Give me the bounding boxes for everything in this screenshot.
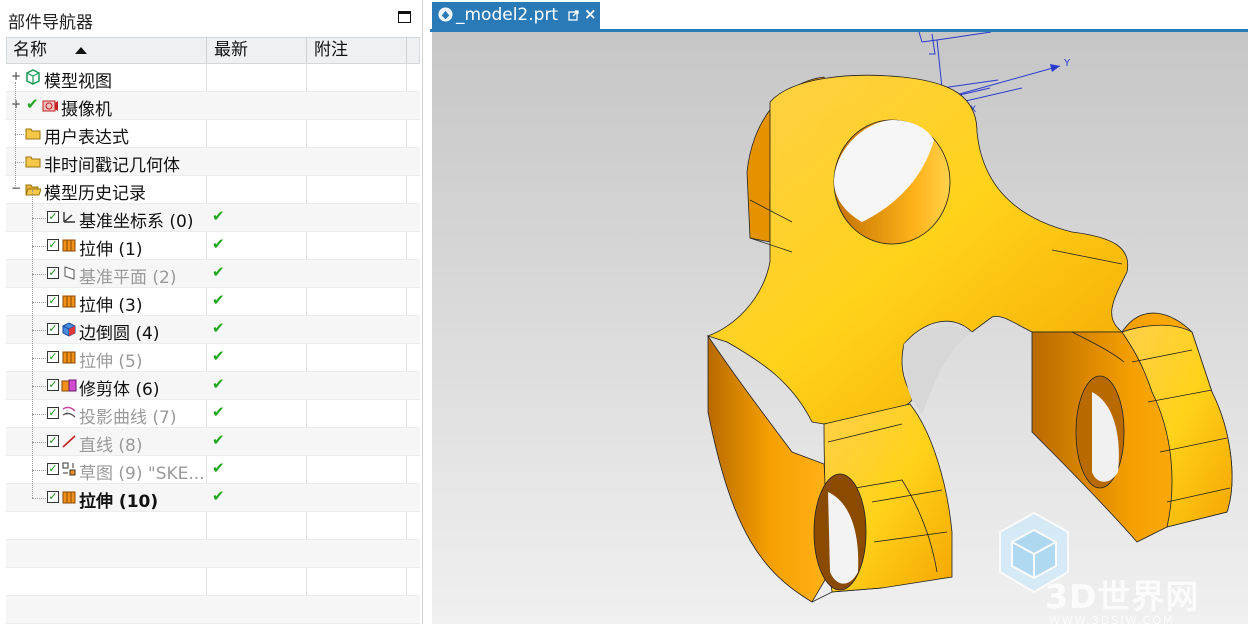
tree-row-feature[interactable]: ✓ 修剪体 (6) ✔	[6, 372, 420, 400]
latest-check-icon: ✔	[212, 487, 225, 505]
latest-check-icon: ✔	[212, 347, 225, 365]
column-note[interactable]: 附注	[314, 38, 348, 63]
axis-y-label: Y	[1063, 58, 1071, 69]
sort-ascending-icon	[75, 47, 87, 54]
tree-row-label: 摄像机	[61, 100, 112, 120]
line-icon	[62, 435, 76, 448]
column-name[interactable]: 名称	[13, 38, 47, 63]
empty-row	[6, 512, 420, 540]
visibility-checkbox[interactable]: ✓	[47, 351, 59, 363]
tree-row-model-views[interactable]: + 模型视图	[6, 64, 420, 92]
datum-plane-icon	[64, 266, 75, 280]
latest-check-icon: ✔	[212, 459, 225, 477]
checkmark-icon: ✔	[26, 95, 39, 113]
tree-row-cameras[interactable]: + ✔ 摄像机	[6, 92, 420, 120]
watermark-text: 3D世界网	[1045, 577, 1200, 616]
folder-icon	[25, 156, 41, 168]
graphics-window: _model2.prt × Y X 3D世界网 WWW.3DSJW.COM	[430, 0, 1248, 627]
column-latest[interactable]: 最新	[214, 38, 248, 63]
navigator-title-bar: 部件导航器	[0, 0, 422, 36]
tree-row-label: 草图 (9) "SKE...	[79, 464, 205, 484]
tree-row-feature[interactable]: ✓ 基准坐标系 (0) ✔	[6, 204, 420, 232]
part-navigator: 部件导航器 名称 最新 附注 + 模型视图 + ✔ 摄像机 用户表达式 非时间戳…	[0, 0, 423, 624]
tree-row-label: 模型历史记录	[44, 184, 146, 204]
tree-row-label: 拉伸 (5)	[79, 352, 143, 372]
empty-row	[6, 568, 420, 596]
open-folder-icon	[25, 184, 41, 196]
latest-check-icon: ✔	[212, 207, 225, 225]
tree-row-label: 拉伸 (10)	[79, 492, 159, 512]
empty-row	[6, 596, 420, 624]
latest-check-icon: ✔	[212, 403, 225, 421]
visibility-checkbox[interactable]: ✓	[47, 267, 59, 279]
visibility-checkbox[interactable]: ✓	[47, 379, 59, 391]
latest-check-icon: ✔	[212, 291, 225, 309]
maximize-icon[interactable]	[398, 11, 411, 23]
extrude-icon	[62, 351, 76, 364]
tree-row-feature[interactable]: ✓ 拉伸 (1) ✔	[6, 232, 420, 260]
latest-check-icon: ✔	[212, 263, 225, 281]
tree-row-feature[interactable]: ✓ 直线 (8) ✔	[6, 428, 420, 456]
column-header: 名称 最新 附注	[6, 37, 420, 64]
tree-row-label: 边倒圆 (4)	[79, 324, 160, 344]
extrude-icon	[62, 239, 76, 252]
navigator-tree: + 模型视图 + ✔ 摄像机 用户表达式 非时间戳记几何体 − 模型历史记录 ✓…	[6, 64, 420, 624]
projected-curve-icon	[62, 406, 76, 418]
folder-icon	[25, 128, 41, 140]
tree-row-label: 直线 (8)	[79, 436, 143, 456]
tree-row-feature[interactable]: ✓ 投影曲线 (7) ✔	[6, 400, 420, 428]
tree-row-label: 模型视图	[44, 72, 112, 92]
watermark-url: WWW.3DSJW.COM	[1049, 614, 1175, 627]
tree-row-feature[interactable]: ✓ 边倒圆 (4) ✔	[6, 316, 420, 344]
visibility-checkbox[interactable]: ✓	[47, 407, 59, 419]
edge-blend-icon	[62, 322, 76, 337]
visibility-checkbox[interactable]: ✓	[47, 463, 59, 475]
tree-row-feature[interactable]: ✓ 拉伸 (3) ✔	[6, 288, 420, 316]
camera-icon	[42, 100, 58, 112]
part-model[interactable]: Y X	[432, 32, 1248, 624]
sketch-icon	[62, 462, 76, 476]
visibility-checkbox[interactable]: ✓	[47, 239, 59, 251]
visibility-checkbox[interactable]: ✓	[47, 491, 59, 503]
empty-row	[6, 540, 420, 568]
tree-row-feature[interactable]: ✓ 草图 (9) "SKE... ✔	[6, 456, 420, 484]
tree-row-label: 非时间戳记几何体	[44, 156, 180, 176]
tab-model2[interactable]: _model2.prt ×	[432, 2, 600, 29]
expand-icon[interactable]: +	[11, 70, 21, 82]
latest-check-icon: ✔	[212, 319, 225, 337]
trim-body-icon	[61, 379, 77, 392]
tree-row-user-expressions[interactable]: 用户表达式	[6, 120, 420, 148]
visibility-checkbox[interactable]: ✓	[47, 323, 59, 335]
tree-row-feature[interactable]: ✓ 拉伸 (5) ✔	[6, 344, 420, 372]
tree-row-label: 拉伸 (3)	[79, 296, 143, 316]
extrude-icon	[62, 295, 76, 308]
tree-row-label: 用户表达式	[44, 128, 129, 148]
model-views-icon	[26, 69, 40, 85]
close-tab-icon[interactable]: ×	[584, 5, 597, 23]
tree-row-label: 基准平面 (2)	[79, 268, 177, 288]
navigator-title: 部件导航器	[8, 13, 93, 33]
visibility-checkbox[interactable]: ✓	[47, 295, 59, 307]
latest-check-icon: ✔	[212, 235, 225, 253]
tree-row-feature[interactable]: ✓ 基准平面 (2) ✔	[6, 260, 420, 288]
tree-row-label: 拉伸 (1)	[79, 240, 143, 260]
visibility-checkbox[interactable]: ✓	[47, 435, 59, 447]
visibility-checkbox[interactable]: ✓	[47, 211, 59, 223]
undock-icon[interactable]	[568, 10, 579, 21]
latest-check-icon: ✔	[212, 375, 225, 393]
latest-check-icon: ✔	[212, 431, 225, 449]
tab-title: _model2.prt	[456, 5, 559, 25]
tree-row-label: 修剪体 (6)	[79, 380, 160, 400]
extrude-icon	[62, 491, 76, 504]
tree-row-label: 投影曲线 (7)	[79, 408, 177, 428]
tree-row-unstamped-geometry[interactable]: 非时间戳记几何体	[6, 148, 420, 176]
part-file-icon	[438, 7, 453, 22]
tree-row-feature[interactable]: ✓ 拉伸 (10) ✔	[6, 484, 420, 512]
tree-row-model-history[interactable]: − 模型历史记录	[6, 176, 420, 204]
tree-row-label: 基准坐标系 (0)	[79, 212, 194, 232]
3d-viewport[interactable]: Y X 3D世界网 WWW.3DSJW.COM	[432, 32, 1248, 627]
datum-csys-icon	[63, 212, 75, 223]
